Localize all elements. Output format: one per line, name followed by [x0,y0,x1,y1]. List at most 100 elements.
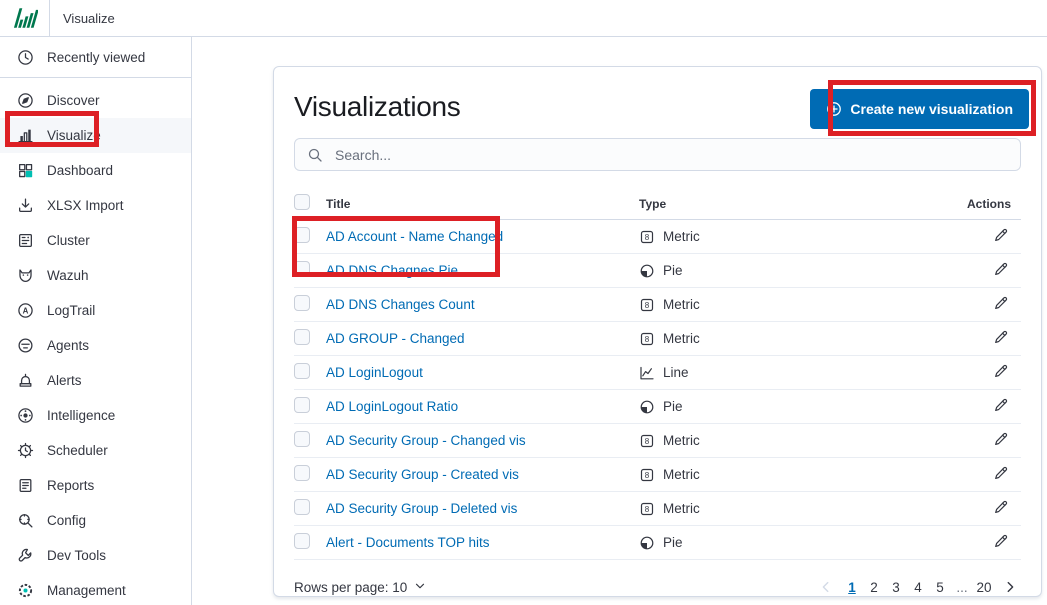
rows-per-page-label: Rows per page: 10 [294,580,407,595]
edit-button[interactable] [991,259,1011,282]
type-label: Metric [663,297,700,312]
scheduler-icon [17,442,34,459]
page-number-2[interactable]: 2 [863,575,885,599]
edit-button[interactable] [991,429,1011,452]
row-checkbox[interactable] [294,295,310,311]
edit-button[interactable] [991,293,1011,316]
sidebar-item-recently-viewed[interactable]: Recently viewed [0,37,191,78]
search-bar [294,138,1021,171]
sidebar-item-xlsx-import[interactable]: XLSX Import [0,188,191,223]
sidebar-item-visualize[interactable]: Visualize [0,118,191,153]
sidebar-item-cluster[interactable]: Cluster [0,223,191,258]
row-checkbox[interactable] [294,227,310,243]
row-checkbox[interactable] [294,397,310,413]
row-checkbox[interactable] [294,533,310,549]
sidebar-item-discover[interactable]: Discover [0,83,191,118]
app-logo-icon[interactable] [12,5,38,31]
visualization-title-link[interactable]: AD Account - Name Changed [326,229,503,244]
sidebar-item-config[interactable]: Config [0,503,191,538]
row-checkbox[interactable] [294,329,310,345]
search-icon [307,147,323,163]
type-cell: 8Metric [639,331,941,347]
sidebar-item-dashboard[interactable]: Dashboard [0,153,191,188]
pencil-icon [993,261,1009,277]
edit-button[interactable] [991,225,1011,248]
page-number-20[interactable]: 20 [973,575,995,599]
pencil-icon [993,431,1009,447]
sidebar-item-management[interactable]: Management [0,573,191,605]
table-footer: Rows per page: 10 12345...20 [294,575,1021,599]
edit-button[interactable] [991,531,1011,554]
type-cell: 8Metric [639,467,941,483]
type-cell: Line [639,365,941,381]
page-number-5[interactable]: 5 [929,575,951,599]
row-checkbox[interactable] [294,363,310,379]
edit-button[interactable] [991,361,1011,384]
edit-button[interactable] [991,327,1011,350]
line-chart-icon [639,365,655,381]
search-input[interactable] [333,146,1008,164]
sidebar-item-label: Alerts [47,373,82,388]
visualization-title-link[interactable]: Alert - Documents TOP hits [326,535,490,550]
chevron-right-icon[interactable] [999,580,1021,594]
svg-text:A: A [23,306,29,315]
column-header-title[interactable]: Title [326,197,639,211]
row-checkbox[interactable] [294,499,310,515]
page-number-4[interactable]: 4 [907,575,929,599]
visualization-title-link[interactable]: AD Security Group - Changed vis [326,433,526,448]
table-row: Alert - Documents TOP hits Pie [294,526,1021,560]
sidebar-item-alerts[interactable]: Alerts [0,363,191,398]
sidebar-item-agents[interactable]: Agents [0,328,191,363]
visualization-title-link[interactable]: AD DNS Chagnes Pie [326,263,458,278]
row-checkbox[interactable] [294,431,310,447]
sidebar-item-label: Dashboard [47,163,113,178]
screen: Visualize Recently viewedDiscoverVisuali… [0,0,1047,605]
plus-circle-icon [826,101,842,117]
sidebar-item-intelligence[interactable]: Intelligence [0,398,191,433]
svg-text:8: 8 [645,437,650,446]
pagination: 12345...20 [815,575,1021,599]
visualization-title-link[interactable]: AD Security Group - Deleted vis [326,501,517,516]
svg-text:8: 8 [645,301,650,310]
visualization-title-link[interactable]: AD Security Group - Created vis [326,467,519,482]
edit-button[interactable] [991,395,1011,418]
visualization-title-link[interactable]: AD GROUP - Changed [326,331,465,346]
row-checkbox[interactable] [294,261,310,277]
edit-button[interactable] [991,497,1011,520]
sidebar-item-logtrail[interactable]: ALogTrail [0,293,191,328]
column-header-type[interactable]: Type [639,197,941,211]
sidebar-item-label: Agents [47,338,89,353]
type-label: Metric [663,433,700,448]
topbar-app-title: Visualize [63,11,115,26]
edit-button[interactable] [991,463,1011,486]
sidebar-item-scheduler[interactable]: Scheduler [0,433,191,468]
sidebar-item-label: Recently viewed [47,50,145,65]
row-checkbox[interactable] [294,465,310,481]
visualizations-panel: Create new visualization Visualizations … [273,66,1042,597]
logtrail-icon: A [17,302,34,319]
type-cell: Pie [639,399,941,415]
type-label: Line [663,365,689,380]
sidebar-item-reports[interactable]: Reports [0,468,191,503]
type-cell: Pie [639,535,941,551]
svg-text:8: 8 [645,335,650,344]
visualization-title-link[interactable]: AD DNS Changes Count [326,297,475,312]
metric-icon: 8 [639,433,655,449]
table-row: AD Security Group - Deleted vis8Metric [294,492,1021,526]
create-new-visualization-button[interactable]: Create new visualization [810,89,1029,129]
visualization-title-link[interactable]: AD LoginLogout [326,365,423,380]
sidebar-item-wazuh[interactable]: Wazuh [0,258,191,293]
sidebar-item-dev-tools[interactable]: Dev Tools [0,538,191,573]
visualization-title-link[interactable]: AD LoginLogout Ratio [326,399,458,414]
page-number-3[interactable]: 3 [885,575,907,599]
chevron-left-icon[interactable] [815,580,837,594]
page-number-1[interactable]: 1 [841,575,863,599]
sidebar-item-label: Dev Tools [47,548,106,563]
table-row: AD LoginLogout Line [294,356,1021,390]
metric-icon: 8 [639,501,655,517]
sidebar-item-label: Scheduler [47,443,108,458]
metric-icon: 8 [639,297,655,313]
rows-per-page-selector[interactable]: Rows per page: 10 [294,579,427,596]
select-all-checkbox[interactable] [294,194,310,210]
type-label: Pie [663,399,683,414]
